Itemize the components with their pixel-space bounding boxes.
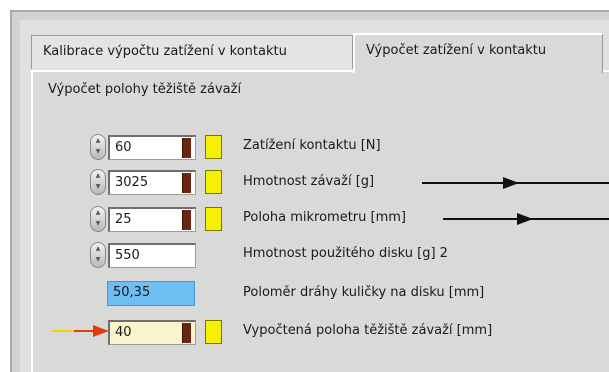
indicator-led [205, 170, 222, 194]
indicator-led [205, 320, 222, 344]
increment-decrement-icon[interactable]: ▲ ▼ [90, 242, 106, 268]
hmotnost-disku-label: Hmotnost použitého disku [g] 2 [243, 246, 448, 261]
tab-kalibrace[interactable]: Kalibrace výpočtu zatížení v kontaktu [31, 35, 353, 69]
tab-vypocet[interactable]: Výpočet zatížení v kontaktu [353, 33, 603, 73]
polomer-drahy-indicator: 50,35 [107, 281, 195, 306]
hmotnost-disku-input[interactable]: 550 [108, 243, 196, 268]
indicator-led [205, 207, 222, 231]
slider-mark [182, 138, 191, 158]
hmotnost-zavazi-label: Hmotnost závaží [g] [243, 174, 375, 189]
tab-kalibrace-label: Kalibrace výpočtu zatížení v kontaktu [43, 44, 287, 59]
vypoctena-poloha-label: Vypočtená poloha těžiště závaží [mm] [243, 323, 493, 338]
red-arrow-icon [93, 325, 109, 337]
slider-mark [182, 173, 191, 193]
increment-decrement-icon[interactable]: ▲ ▼ [90, 206, 106, 232]
section-title: Výpočet polohy těžiště závaží [48, 82, 242, 97]
slider-mark [182, 210, 191, 230]
right-arrow-icon [517, 213, 533, 225]
increment-decrement-icon[interactable]: ▲ ▼ [90, 134, 106, 160]
wire [52, 330, 74, 332]
zatizeni-label: Zatížení kontaktu [N] [243, 138, 381, 153]
increment-decrement-icon[interactable]: ▲ ▼ [90, 169, 106, 195]
right-arrow-icon [503, 177, 519, 189]
tab-vypocet-label: Výpočet zatížení v kontaktu [366, 43, 547, 58]
slider-mark [182, 323, 191, 343]
polomer-drahy-label: Poloměr dráhy kuličky na disku [mm] [243, 285, 485, 300]
poloha-mikrometru-label: Poloha mikrometru [mm] [243, 210, 406, 225]
indicator-led [205, 135, 222, 159]
